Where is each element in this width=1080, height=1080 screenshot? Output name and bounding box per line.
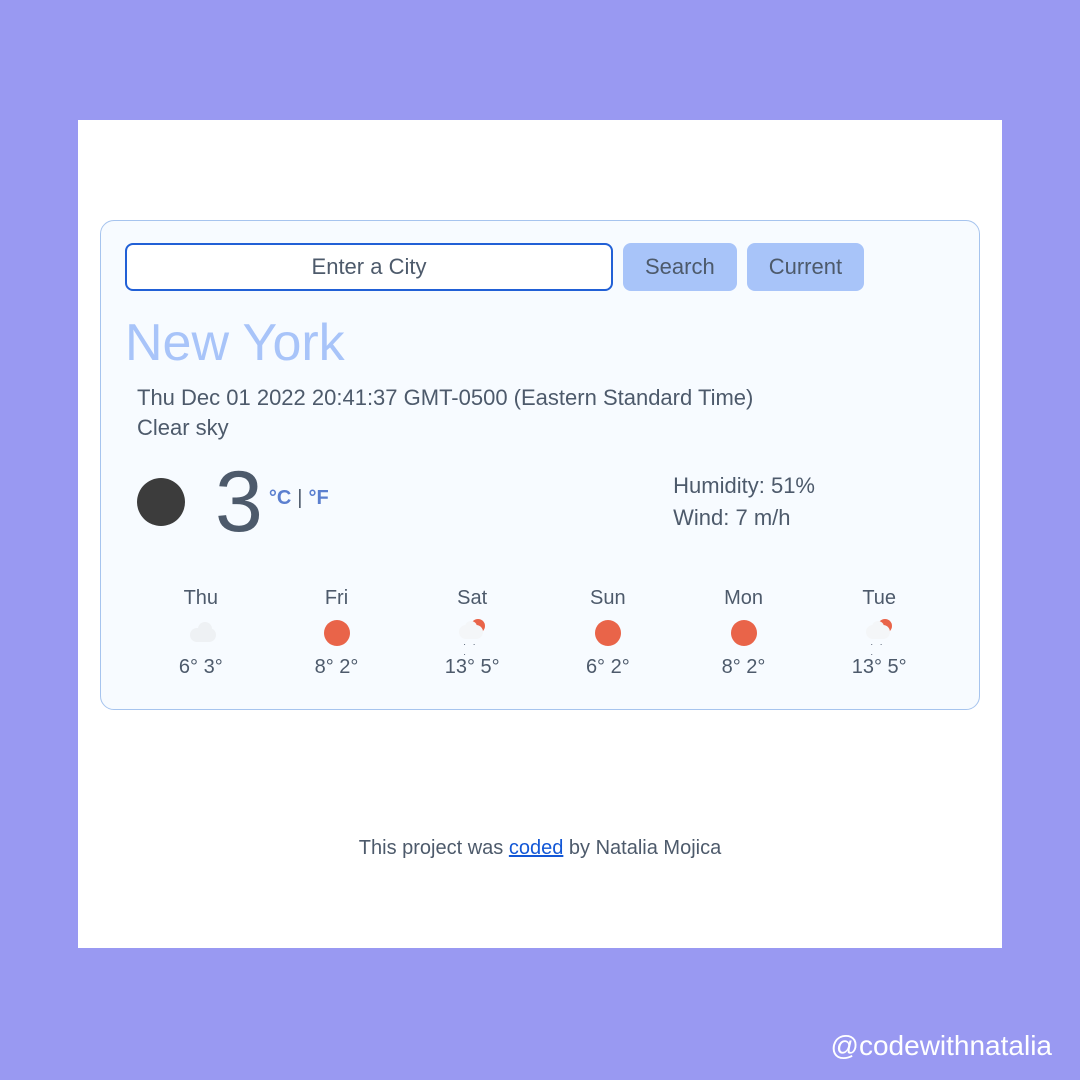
forecast-day-temps: 8° 2° <box>315 656 359 679</box>
unit-separator: | <box>297 487 302 510</box>
credit-suffix: by Natalia Mojica <box>563 837 721 859</box>
city-title: New York <box>125 313 955 373</box>
current-conditions-row: 3 °C | °F Humidity: 51% Wind: 7 m/h <box>137 459 955 545</box>
forecast-day: Sun 6° 2° <box>540 587 676 679</box>
forecast-row: Thu 6° 3° Fri 8° 2° Sat · · · 13° 5° Sun 6° 2° Mo… <box>133 587 947 679</box>
app-card: Search Current New York Thu Dec 01 2022 … <box>78 120 1002 948</box>
search-row: Search Current <box>125 243 955 291</box>
forecast-day: Mon 8° 2° <box>676 587 812 679</box>
weather-panel: Search Current New York Thu Dec 01 2022 … <box>100 220 980 710</box>
current-temperature: 3 <box>215 459 263 545</box>
fahrenheit-toggle[interactable]: °F <box>309 487 329 510</box>
datetime-text: Thu Dec 01 2022 20:41:37 GMT-0500 (Easte… <box>137 385 955 411</box>
forecast-day-temps: 13° 5° <box>852 656 907 679</box>
forecast-day: Fri 8° 2° <box>269 587 405 679</box>
condition-text: Clear sky <box>137 415 955 441</box>
sun-icon <box>324 620 350 646</box>
forecast-day: Thu 6° 3° <box>133 587 269 679</box>
credit-link[interactable]: coded <box>509 837 564 859</box>
credit-line: This project was coded by Natalia Mojica <box>78 837 1002 860</box>
search-button[interactable]: Search <box>623 243 737 291</box>
moon-icon <box>137 478 185 526</box>
forecast-day: Tue · · · 13° 5° <box>811 587 947 679</box>
unit-toggle: °C | °F <box>269 487 329 518</box>
cloud-icon <box>188 620 214 646</box>
forecast-day-temps: 6° 3° <box>179 656 223 679</box>
rain-icon: · · · <box>866 620 892 646</box>
forecast-day-label: Sun <box>590 587 626 610</box>
sun-icon <box>595 620 621 646</box>
rain-icon: · · · <box>459 620 485 646</box>
forecast-day-label: Thu <box>184 587 218 610</box>
forecast-day-label: Fri <box>325 587 348 610</box>
weather-stats: Humidity: 51% Wind: 7 m/h <box>673 470 815 534</box>
forecast-day-temps: 6° 2° <box>586 656 630 679</box>
current-location-button[interactable]: Current <box>747 243 864 291</box>
forecast-day-label: Tue <box>862 587 896 610</box>
forecast-day-temps: 13° 5° <box>445 656 500 679</box>
sun-icon <box>731 620 757 646</box>
forecast-day-label: Mon <box>724 587 763 610</box>
forecast-day: Sat · · · 13° 5° <box>404 587 540 679</box>
city-search-input[interactable] <box>125 243 613 291</box>
forecast-day-temps: 8° 2° <box>722 656 766 679</box>
credit-prefix: This project was <box>359 837 509 859</box>
humidity-text: Humidity: 51% <box>673 470 815 502</box>
social-handle: @codewithnatalia <box>831 1030 1052 1062</box>
wind-text: Wind: 7 m/h <box>673 502 815 534</box>
forecast-day-label: Sat <box>457 587 487 610</box>
celsius-toggle[interactable]: °C <box>269 487 291 510</box>
